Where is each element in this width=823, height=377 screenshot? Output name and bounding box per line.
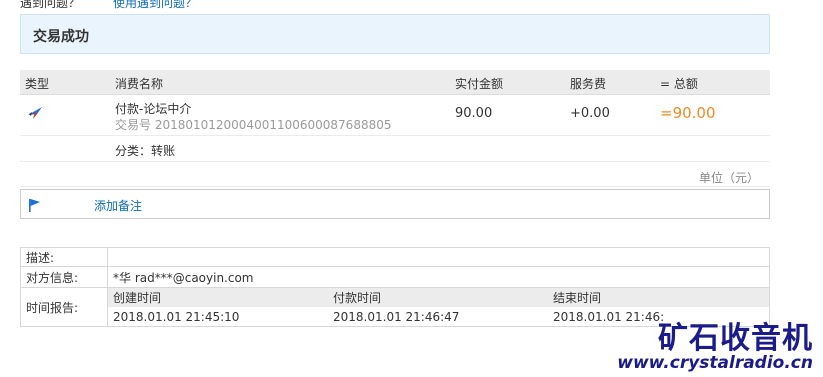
header-name: 消费名称 bbox=[115, 77, 164, 91]
watermark-title: 矿石收音机 bbox=[658, 321, 813, 356]
top-cut-off-bar: 遇到问题？ 使用遇到问题？ bbox=[20, 0, 197, 10]
end-time-header: 结束时间 bbox=[548, 288, 769, 307]
add-note-link[interactable]: 添加备注 bbox=[94, 197, 142, 214]
trade-number: 交易号 2018010120004001100600087688805 bbox=[115, 118, 392, 132]
created-time-header: 创建时间 bbox=[108, 288, 328, 307]
note-box: 添加备注 bbox=[20, 189, 770, 219]
header-type: 类型 bbox=[25, 77, 50, 91]
paid-time-header: 付款时间 bbox=[328, 288, 548, 307]
transaction-name: 付款-论坛中介 bbox=[115, 102, 192, 116]
description-row: 描述: bbox=[20, 247, 770, 267]
divider bbox=[20, 186, 770, 187]
description-label: 描述: bbox=[20, 247, 108, 267]
created-time-value: 2018.01.01 21:45:10 bbox=[113, 309, 240, 324]
party-label: 对方信息: bbox=[20, 266, 108, 288]
help-link[interactable]: 使用遇到问题？ bbox=[113, 0, 197, 11]
transfer-bird-icon bbox=[28, 107, 42, 119]
unit-label: 单位（元） bbox=[698, 171, 759, 185]
party-row: 对方信息: *华 rad***@caoyin.com bbox=[20, 266, 770, 288]
description-value bbox=[107, 247, 770, 267]
transaction-row: 付款-论坛中介 交易号 2018010120004001100600087688… bbox=[20, 95, 770, 136]
header-amount: 实付金额 bbox=[455, 77, 504, 91]
category-label: 分类：转账 bbox=[115, 144, 176, 158]
time-report-label: 时间报告: bbox=[20, 287, 108, 327]
party-value: *华 rad***@caoyin.com bbox=[107, 266, 770, 288]
category-row: 分类：转账 bbox=[20, 136, 770, 162]
service-fee: +0.00 bbox=[570, 106, 610, 121]
transaction-table-header: 类型 消费名称 实付金额 服务费 = 总额 bbox=[20, 70, 770, 95]
total-amount: =90.00 bbox=[660, 104, 716, 122]
flag-icon bbox=[29, 199, 40, 212]
watermark-logo: 矿石收音机 www.crystalradio.cn bbox=[617, 313, 815, 377]
top-left-text: 遇到问题？ bbox=[20, 0, 81, 10]
header-total: = 总额 bbox=[660, 77, 698, 91]
paid-amount: 90.00 bbox=[455, 106, 493, 121]
status-banner: 交易成功 bbox=[20, 14, 770, 54]
header-fee: 服务费 bbox=[570, 77, 607, 91]
watermark-url: www.crystalradio.cn bbox=[617, 353, 813, 373]
status-title: 交易成功 bbox=[33, 29, 89, 45]
paid-time-value: 2018.01.01 21:46:47 bbox=[333, 309, 460, 324]
